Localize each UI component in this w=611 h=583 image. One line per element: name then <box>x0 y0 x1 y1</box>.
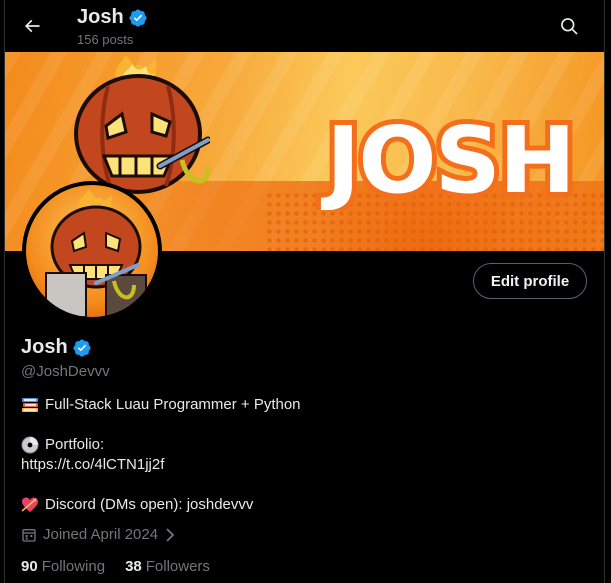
profile-name-row: Josh <box>21 336 92 359</box>
following-label: Following <box>41 558 106 575</box>
profile-name: Josh <box>21 336 68 358</box>
bio-line-portfolio-link: https://t.co/4lCTN1jj2f <box>21 455 301 475</box>
follow-stats: 90 Following 38 Followers <box>21 558 210 575</box>
profile-bio: Full-Stack Luau Programmer + Python Port… <box>21 395 301 515</box>
verified-badge-icon[interactable] <box>72 338 92 358</box>
disc-emoji-icon <box>21 436 39 454</box>
search-icon <box>561 18 578 35</box>
joined-text: Joined April 2024 <box>43 526 159 543</box>
avatar-pumpkin-illustration <box>26 185 158 317</box>
following-count: 90 <box>21 558 38 575</box>
bio-role-text: Full-Stack Luau Programmer + Python <box>45 396 301 413</box>
bio-portfolio-label: Portfolio: <box>45 436 105 453</box>
portfolio-link[interactable]: https://t.co/4lCTN1jj2f <box>21 455 164 475</box>
following-link[interactable]: 90 Following <box>21 558 105 575</box>
verified-badge-icon <box>129 8 147 27</box>
header-post-count: 156 posts <box>77 32 134 47</box>
arrow-left-icon <box>24 19 40 33</box>
bio-line-portfolio: Portfolio: <box>21 435 301 455</box>
followers-link[interactable]: 38 Followers <box>125 558 210 575</box>
heart-arrow-emoji-icon <box>21 497 38 512</box>
search-button[interactable] <box>553 10 585 42</box>
back-button[interactable] <box>16 10 48 42</box>
chevron-right-icon <box>166 527 175 542</box>
followers-label: Followers <box>145 558 210 575</box>
banner-josh-lettering: JOSH <box>315 102 581 210</box>
header-title: Josh <box>77 6 124 28</box>
profile-handle: @JoshDevvv <box>21 363 110 380</box>
joined-date[interactable]: Joined April 2024 <box>21 526 176 543</box>
bio-line-discord: Discord (DMs open): joshdevvv <box>21 495 301 515</box>
followers-count: 38 <box>125 558 142 575</box>
header-title-row: Josh <box>77 6 148 29</box>
bio-discord-text: Discord (DMs open): joshdevvv <box>45 496 254 513</box>
svg-text:JOSH: JOSH <box>320 107 574 210</box>
pumpkin-character-illustration <box>74 56 210 194</box>
books-emoji-icon <box>22 398 38 412</box>
calendar-icon <box>22 528 36 542</box>
profile-avatar[interactable] <box>22 181 162 321</box>
edit-profile-button[interactable]: Edit profile <box>473 263 587 299</box>
bio-line-role: Full-Stack Luau Programmer + Python <box>21 395 301 415</box>
column-border-right <box>604 0 605 583</box>
profile-header: Josh 156 posts <box>0 0 611 52</box>
